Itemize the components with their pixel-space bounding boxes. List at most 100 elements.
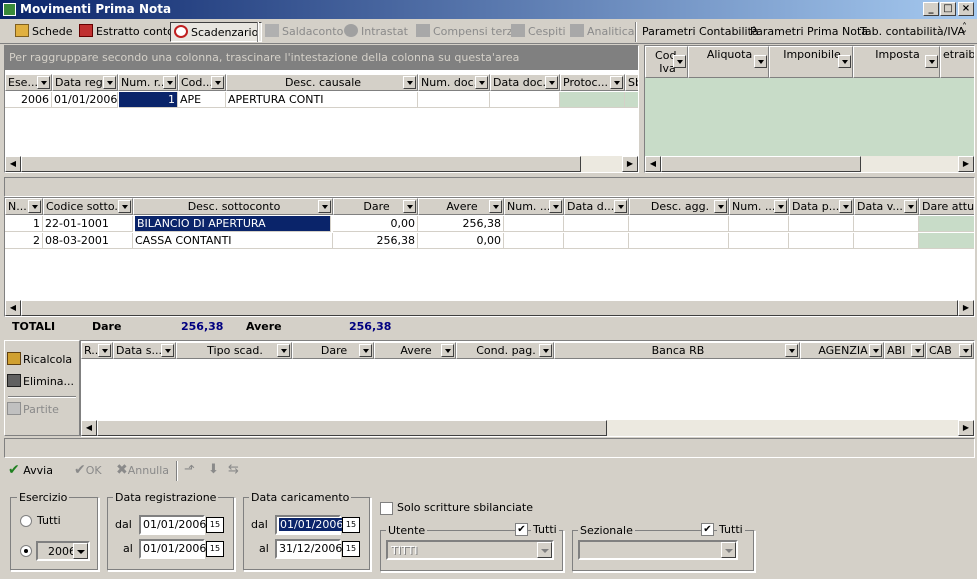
data-reg-dal-input[interactable]: 01/01/2006 [139,515,206,535]
col-header-cod-iva[interactable]: Cod. Iva [645,46,688,78]
scroll-left-icon[interactable]: ◀ [645,156,661,172]
parametri-contabilita-button[interactable]: Parametri Contabilità [639,22,762,42]
intrastat-button[interactable]: Intrastat [341,22,411,42]
cell-data-doc[interactable] [564,216,629,232]
horizontal-scrollbar[interactable]: ◀ ▶ [81,420,974,436]
filter-dropdown-icon[interactable] [774,200,787,213]
ricalcola-button[interactable]: Ricalcola [7,350,77,370]
cell-data-v[interactable] [854,216,919,232]
calendar-icon[interactable]: 15 [206,517,224,533]
tab-contabilita-iva-button[interactable]: Tab. contabilità/IVA [857,22,968,42]
col-header-num-doc[interactable]: Num. ... [504,198,564,215]
chevron-down-icon[interactable] [721,542,736,558]
scroll-thumb[interactable] [97,420,607,436]
analitica-button[interactable]: Analitica [567,22,638,42]
filter-dropdown-icon[interactable] [673,55,686,68]
filter-dropdown-icon[interactable] [539,344,552,357]
cell-desc-causale[interactable]: APERTURA CONTI [226,92,418,108]
cell-desc-agg[interactable] [629,233,729,249]
cell-data-p[interactable] [789,233,854,249]
filter-dropdown-icon[interactable] [839,200,852,213]
cell-data-p[interactable] [789,216,854,232]
filter-dropdown-icon[interactable] [475,76,488,89]
filter-dropdown-icon[interactable] [489,200,502,213]
col-header-tipo-scad[interactable]: Tipo scad. [176,342,292,359]
esercizio-tutti-radio[interactable] [20,515,32,527]
cell-codice[interactable]: 08-03-2001 [43,233,133,249]
filter-dropdown-icon[interactable] [318,200,331,213]
calendar-icon[interactable]: 15 [206,541,224,557]
horizontal-scrollbar[interactable]: ◀ ▶ [5,300,974,316]
cell-cod[interactable]: APE [178,92,226,108]
scroll-right-icon[interactable]: ▶ [958,300,974,316]
cell-codice[interactable]: 22-01-1001 [43,216,133,232]
col-header-data-p[interactable]: Data p... [789,198,854,215]
move-down-icon[interactable]: ⬇ [208,462,219,477]
cell-desc[interactable]: CASSA CONTANTI [133,233,333,249]
scadenze-grid[interactable]: R... Data s... Tipo scad. Dare Avere Con… [80,340,975,437]
col-header-avere[interactable]: Avere [418,198,504,215]
col-header-sb[interactable]: Sb [625,74,638,91]
scroll-left-icon[interactable]: ◀ [5,300,21,316]
ok-button[interactable]: ✔OK [74,460,102,480]
col-header-desc-sottoconto[interactable]: Desc. sottoconto [133,198,333,215]
col-header-num-doc[interactable]: Num. doc. [418,74,490,91]
movimenti-grid[interactable]: Per raggruppare secondo una colonna, tra… [4,45,639,173]
cell-data-doc[interactable] [490,92,560,108]
cell-dare-attuale[interactable] [919,216,974,232]
cell-num-doc[interactable] [504,216,564,232]
cespiti-button[interactable]: Cespiti [508,22,569,42]
cell-sb[interactable] [625,92,638,108]
scroll-thumb[interactable] [21,300,958,316]
elimina-button[interactable]: Elimina... [7,372,77,392]
filter-dropdown-icon[interactable] [714,200,727,213]
esercizio-year-select[interactable]: 2006 [36,541,90,561]
col-header-detraibile[interactable]: etraibi [940,46,974,78]
toolbar-overflow-icon[interactable]: ˄ ˅ [962,23,967,41]
scroll-left-icon[interactable]: ◀ [81,420,97,436]
filter-dropdown-icon[interactable] [98,344,111,357]
filter-dropdown-icon[interactable] [403,200,416,213]
esercizio-year-radio[interactable] [20,545,32,557]
filter-dropdown-icon[interactable] [925,55,938,68]
col-header-dare-attuale[interactable]: Dare attua [919,198,974,215]
col-header-num-reg[interactable]: Num. r... [118,74,178,91]
filter-dropdown-icon[interactable] [211,76,224,89]
cell-n[interactable]: 2 [5,233,43,249]
parametri-prima-nota-button[interactable]: Parametri Prima Nota [747,22,871,42]
cell-n[interactable]: 1 [5,216,43,232]
cell-protocollo[interactable] [560,92,625,108]
col-header-num[interactable]: Num. ... [729,198,789,215]
scroll-right-icon[interactable]: ▶ [622,156,638,172]
filter-dropdown-icon[interactable] [118,200,131,213]
saldaconto-button[interactable]: Saldaconto [262,22,346,42]
cell-avere[interactable]: 0,00 [418,233,504,249]
col-header-data-doc[interactable]: Data d... [564,198,629,215]
cell-dare-attuale[interactable] [919,233,974,249]
righe-grid[interactable]: N... Codice sotto... Desc. sottoconto Da… [4,197,975,317]
horizontal-scrollbar[interactable]: ◀ ▶ [645,156,974,172]
scroll-right-icon[interactable]: ▶ [958,420,974,436]
cell-desc-agg[interactable] [629,216,729,232]
close-button[interactable]: × [958,2,974,16]
col-header-banca-rb[interactable]: Banca RB [554,342,800,359]
data-car-al-input[interactable]: 31/12/2006 [275,539,342,559]
cell-dare[interactable]: 0,00 [333,216,418,232]
cell-esercizio[interactable]: 2006 [5,92,52,108]
horizontal-scrollbar[interactable]: ◀ ▶ [5,156,638,172]
cell-data-doc[interactable] [564,233,629,249]
col-header-abi[interactable]: ABI [884,342,926,359]
cell-desc[interactable]: BILANCIO DI APERTURA [135,216,331,232]
col-header-imponibile[interactable]: Imponibile [769,46,853,78]
chevron-down-icon[interactable] [537,542,552,558]
sezionale-select[interactable] [578,540,738,560]
col-header-avere[interactable]: Avere [374,342,456,359]
col-header-data-doc[interactable]: Data doc. [490,74,560,91]
cell-data-v[interactable] [854,233,919,249]
calendar-icon[interactable]: 15 [342,541,360,557]
maximize-button[interactable]: □ [940,2,956,16]
filter-dropdown-icon[interactable] [959,344,972,357]
filter-dropdown-icon[interactable] [904,200,917,213]
swap-icon[interactable]: ⇆ [228,462,239,477]
col-header-cod[interactable]: Cod... [178,74,226,91]
